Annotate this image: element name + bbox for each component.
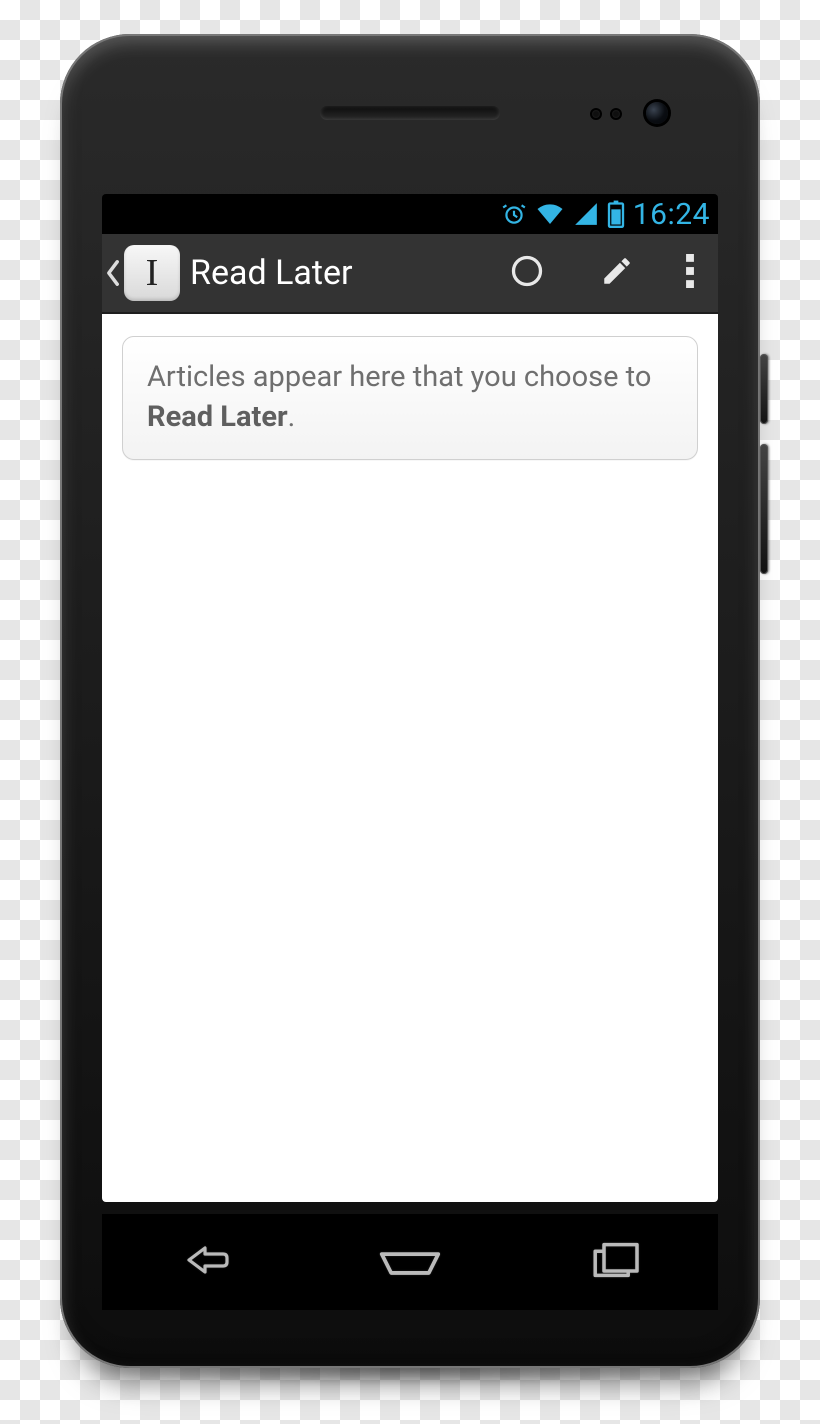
app-title[interactable]: Read Later [186, 253, 353, 293]
pencil-icon [600, 254, 634, 292]
wifi-icon [535, 201, 565, 227]
home-icon [371, 1240, 449, 1284]
refresh-button[interactable] [482, 233, 572, 313]
phone-earpiece [320, 106, 500, 120]
phone-power-button [760, 354, 768, 424]
nav-recent-button[interactable] [555, 1230, 675, 1294]
phone-volume-button [760, 444, 768, 574]
phone-screen: 16:24 I Read Later [102, 194, 718, 1202]
hint-text-prefix: Articles appear here that you choose to [147, 360, 651, 394]
nav-back-button[interactable] [145, 1230, 265, 1294]
phone-device-frame: 16:24 I Read Later [60, 34, 760, 1368]
status-bar: 16:24 [102, 194, 718, 234]
edit-button[interactable] [572, 233, 662, 313]
phone-front-camera [646, 102, 668, 124]
overflow-menu-button[interactable] [662, 233, 718, 313]
empty-state-hint: Articles appear here that you choose to … [122, 336, 698, 460]
hint-text-bold: Read Later [147, 400, 288, 434]
back-icon [169, 1240, 241, 1284]
app-bar: I Read Later [102, 234, 718, 314]
app-icon[interactable]: I [124, 245, 180, 301]
refresh-icon [509, 253, 545, 293]
status-clock: 16:24 [633, 197, 710, 232]
nav-home-button[interactable] [350, 1230, 470, 1294]
content-area: Articles appear here that you choose to … [102, 314, 718, 1202]
alarm-icon [501, 201, 527, 227]
battery-icon [607, 200, 625, 228]
more-vertical-icon [686, 254, 694, 292]
recent-apps-icon [587, 1238, 643, 1286]
signal-icon [573, 201, 599, 227]
up-button[interactable] [102, 233, 124, 313]
hint-text-suffix: . [288, 400, 296, 434]
system-nav-bar [102, 1214, 718, 1310]
phone-sensors [592, 110, 620, 118]
